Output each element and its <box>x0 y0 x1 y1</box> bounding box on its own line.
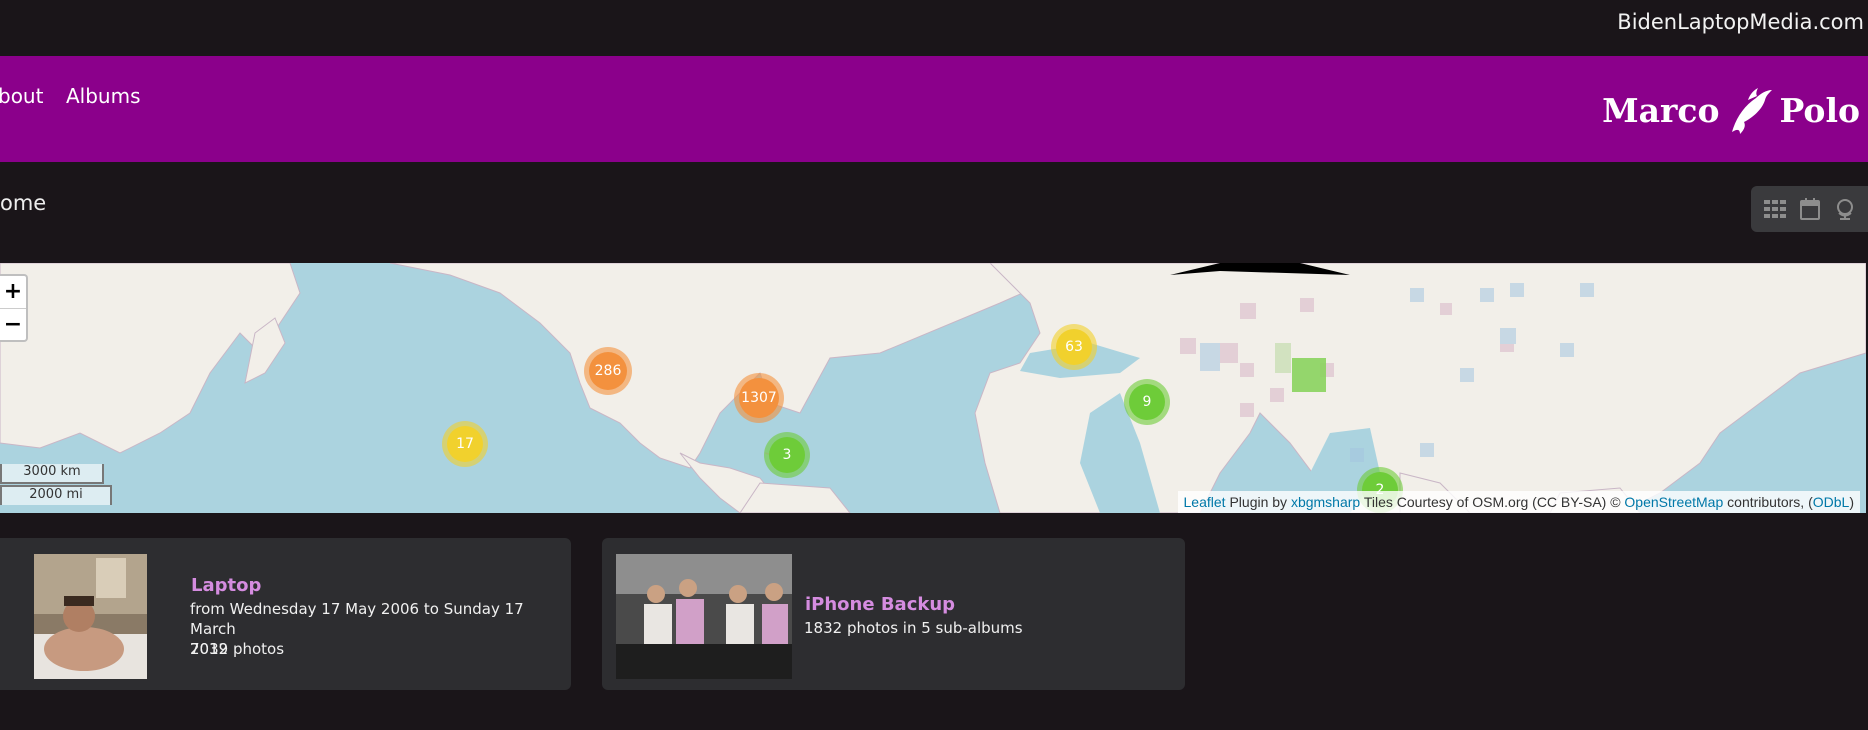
dolphin-icon <box>1731 88 1772 134</box>
attr-tiles: Tiles Courtesy of OSM.org (CC BY-SA) © <box>1363 494 1621 510</box>
photo-map[interactable]: + − 3000 km 2000 mi 286 1307 17 3 63 9 2… <box>0 263 1866 513</box>
marker-cluster[interactable]: 17 <box>442 421 488 467</box>
breadcrumb-home[interactable]: ome <box>0 191 46 215</box>
leaflet-link[interactable]: Leaflet <box>1184 494 1226 510</box>
xbgmsharp-link[interactable]: xbgmsharp <box>1291 494 1360 510</box>
top-bar: BidenLaptopMedia.com <box>0 0 1868 56</box>
marker-cluster[interactable]: 3 <box>764 432 810 478</box>
grid-icon[interactable] <box>1762 196 1788 222</box>
nav-link-albums[interactable]: Albums <box>66 84 141 108</box>
album-thumbnail[interactable] <box>616 554 792 679</box>
globe-icon[interactable] <box>1832 196 1858 222</box>
attr-close: ) <box>1849 494 1854 510</box>
openstreetmap-link[interactable]: OpenStreetMap <box>1624 494 1723 510</box>
cluster-count: 1307 <box>741 390 777 406</box>
album-title[interactable]: iPhone Backup <box>805 594 955 615</box>
marker-cluster[interactable]: 63 <box>1051 324 1097 370</box>
cluster-count: 63 <box>1065 339 1083 355</box>
map-attribution: Leaflet Plugin by xbgmsharp Tiles Courte… <box>1177 491 1860 513</box>
album-photo-count: 7032 photos <box>190 640 285 658</box>
album-photo-count: 1832 photos in 5 sub-albums <box>804 619 1023 637</box>
scale-mi: 2000 mi <box>0 485 112 505</box>
main-navbar: bout Albums Marco Polo <box>0 56 1868 162</box>
world-map-tiles <box>0 263 1866 513</box>
zoom-in-button[interactable]: + <box>0 276 26 309</box>
album-card-iphone-backup[interactable]: iPhone Backup 1832 photos in 5 sub-album… <box>602 538 1185 690</box>
marker-cluster[interactable]: 9 <box>1124 379 1170 425</box>
view-switcher <box>1751 186 1868 232</box>
site-name[interactable]: BidenLaptopMedia.com <box>1617 10 1864 34</box>
album-date-line-1: from Wednesday 17 May 2006 to Sunday 17 … <box>190 600 524 638</box>
zoom-out-button[interactable]: − <box>0 309 26 341</box>
zoom-control: + − <box>0 274 28 342</box>
attr-contributors: contributors, ( <box>1727 494 1813 510</box>
marco-polo-logo[interactable]: Marco Polo <box>1602 80 1860 140</box>
cluster-count: 286 <box>594 363 622 379</box>
marker-cluster[interactable]: 286 <box>584 347 632 395</box>
calendar-icon[interactable] <box>1797 196 1823 222</box>
album-thumbnail[interactable] <box>34 554 147 679</box>
marker-cluster[interactable]: 1307 <box>734 373 784 423</box>
album-card-laptop[interactable]: Laptop from Wednesday 17 May 2006 to Sun… <box>0 538 571 690</box>
logo-text-left: Marco <box>1602 90 1720 130</box>
album-title[interactable]: Laptop <box>191 575 261 596</box>
logo-text-right: Polo <box>1779 90 1861 130</box>
cluster-count: 3 <box>782 447 792 463</box>
cluster-count: 17 <box>456 436 474 452</box>
nav-link-about[interactable]: bout <box>0 84 43 108</box>
cluster-count: 9 <box>1142 394 1152 410</box>
scale-km: 3000 km <box>0 464 104 484</box>
odbl-link[interactable]: ODbL <box>1813 494 1850 510</box>
attr-plugin-by: Plugin by <box>1229 494 1288 510</box>
